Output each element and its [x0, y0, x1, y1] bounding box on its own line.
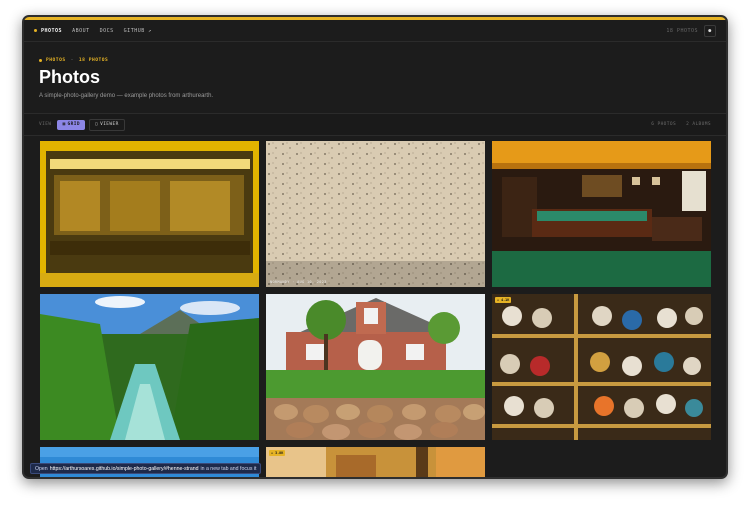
house-image — [266, 294, 485, 440]
photo-tile-house[interactable] — [266, 294, 485, 440]
sand-image — [266, 141, 485, 287]
river-image — [40, 294, 259, 440]
photo-tile-interior[interactable]: ★ 3.8K — [266, 447, 485, 477]
status-url: https://arthursoares.github.io/simple-ph… — [49, 465, 199, 472]
browser-window: PHOTOS ABOUT DOCS GITHUB ↗ 18 PHOTOS ● P… — [22, 15, 728, 479]
photo-tile-billiard[interactable] — [492, 141, 711, 287]
photo-tile-sand[interactable]: NORMANDY · AUG 10, 2023 — [266, 141, 485, 287]
photo-tile-tram[interactable] — [40, 141, 259, 287]
status-suffix: in a new tab and focus it — [200, 465, 257, 472]
photo-grid: NORMANDY · AUG 10, 2023 ★ 4.1K ★ 3.8K — [24, 17, 726, 477]
status-prefix: Open — [35, 465, 48, 472]
tram-image — [40, 141, 259, 287]
billiard-image — [492, 141, 711, 287]
photo-tile-ceramics[interactable]: ★ 4.1K — [492, 294, 711, 440]
photo-badge: ★ 4.1K — [495, 297, 512, 303]
interior-image — [266, 447, 485, 477]
photo-caption: NORMANDY · AUG 10, 2023 — [270, 280, 327, 284]
photo-tile-river[interactable] — [40, 294, 259, 440]
link-status-tooltip: Open https://arthursoares.github.io/simp… — [30, 463, 262, 474]
ceramics-image — [492, 294, 711, 440]
photo-badge: ★ 3.8K — [269, 450, 286, 456]
